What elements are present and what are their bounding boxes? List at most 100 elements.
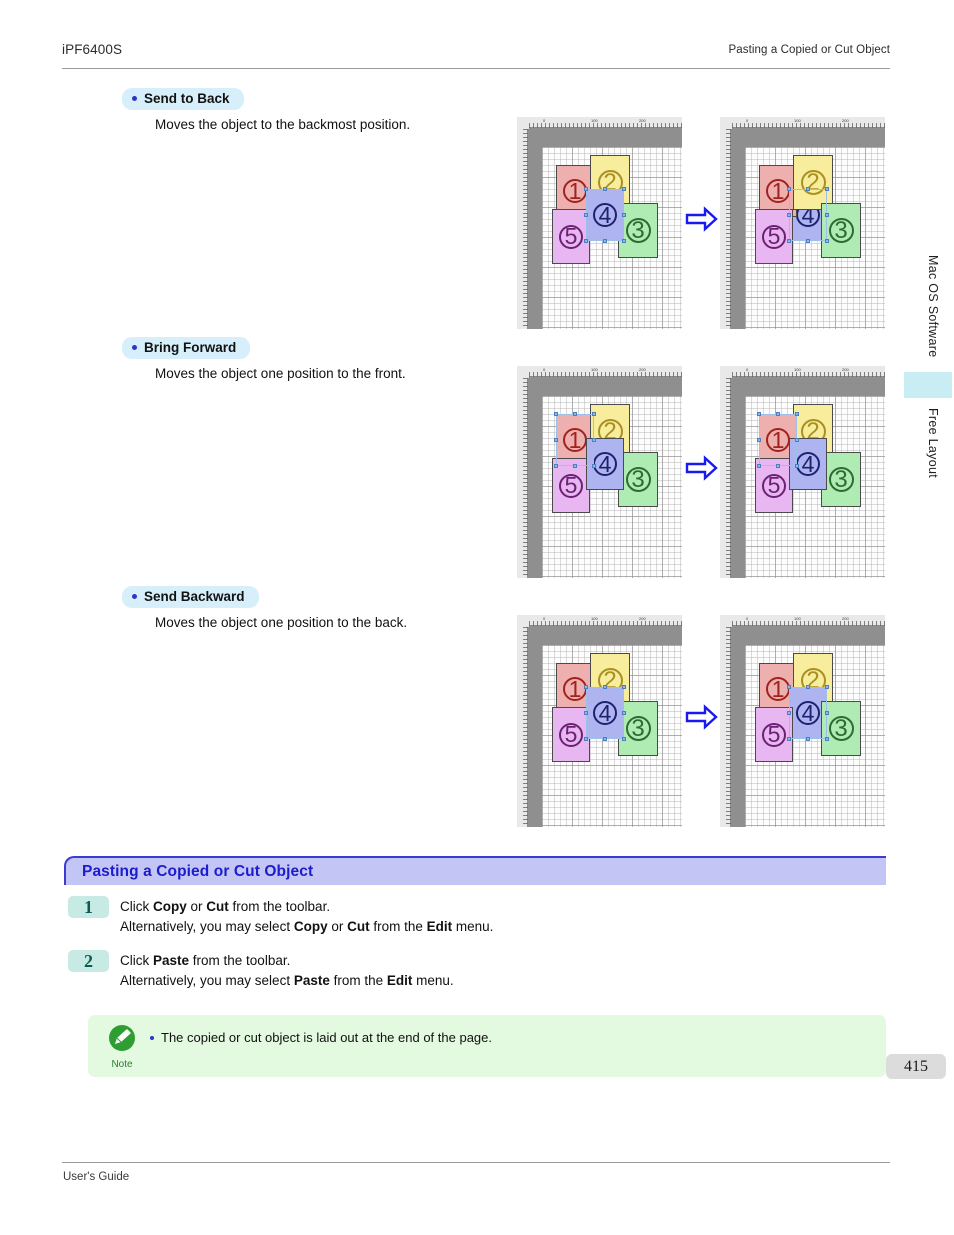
side-tab-free-layout[interactable]: Free Layout	[926, 408, 940, 478]
object-number-label: 5	[564, 223, 578, 249]
side-tab-mac-os-software[interactable]: Mac OS Software	[926, 255, 940, 357]
selection-handle[interactable]	[825, 187, 829, 191]
transition-arrow-icon	[685, 454, 719, 484]
object-number-label: 5	[767, 223, 781, 249]
note-icon-wrap: Note	[100, 1023, 144, 1070]
ruler-ticks-vertical	[720, 129, 731, 329]
selection-handle[interactable]	[584, 213, 588, 217]
selection-handle[interactable]	[554, 464, 558, 468]
selection-handle[interactable]	[787, 187, 791, 191]
selection-handle[interactable]	[584, 737, 588, 741]
selection-handle[interactable]	[603, 685, 607, 689]
layout-object-3[interactable]: 3	[821, 203, 861, 258]
footer-divider	[62, 1162, 890, 1163]
layout-object-3[interactable]: 3	[618, 701, 658, 756]
selection-handle[interactable]	[806, 239, 810, 243]
horizontal-ruler: 0 100 200	[720, 117, 885, 128]
layout-object-3[interactable]: 3	[618, 203, 658, 258]
ruler-corner	[517, 366, 529, 378]
selection-handle[interactable]	[603, 737, 607, 741]
layout-sheet: 12354	[542, 147, 682, 329]
pencil-icon	[109, 1025, 135, 1051]
selection-handle[interactable]	[825, 737, 829, 741]
note-box: Note The copied or cut object is laid ou…	[88, 1015, 886, 1077]
ruler-tick-label: 0	[746, 616, 749, 621]
selection-handle[interactable]	[573, 464, 577, 468]
selection-handle[interactable]	[806, 187, 810, 191]
selection-handle[interactable]	[787, 685, 791, 689]
selection-handle[interactable]	[603, 239, 607, 243]
layout-object-5[interactable]: 5	[552, 707, 590, 762]
selection-handle[interactable]	[776, 464, 780, 468]
selection-handle[interactable]	[795, 412, 799, 416]
selection-handle[interactable]	[592, 438, 596, 442]
selection-handle[interactable]	[825, 213, 829, 217]
layout-object-3[interactable]: 3	[821, 452, 861, 507]
selection-handle[interactable]	[554, 438, 558, 442]
selection-handle[interactable]	[825, 711, 829, 715]
selection-handle[interactable]	[622, 737, 626, 741]
canvas-after: 1 2 4 5 3 0 100 200	[720, 615, 885, 827]
selection-handle[interactable]	[584, 711, 588, 715]
selection-handle[interactable]	[584, 685, 588, 689]
selection-handle[interactable]	[622, 187, 626, 191]
selection-handle[interactable]	[825, 239, 829, 243]
selection-handle[interactable]	[806, 685, 810, 689]
selection-handle[interactable]	[757, 464, 761, 468]
vertical-ruler	[517, 117, 528, 329]
selection-handle[interactable]	[757, 438, 761, 442]
plain-text: from the	[369, 918, 427, 934]
side-tab-highlight[interactable]	[904, 372, 952, 398]
layout-object-3[interactable]: 3	[821, 701, 861, 756]
selection-handle[interactable]	[573, 412, 577, 416]
selection-handle[interactable]	[787, 737, 791, 741]
transition-arrow-icon	[685, 205, 719, 235]
ruler-tick-label: 200	[639, 118, 646, 123]
object-number-label: 3	[631, 465, 645, 493]
ruler-corner	[517, 615, 529, 627]
selection-handle[interactable]	[592, 412, 596, 416]
selection-handle[interactable]	[584, 239, 588, 243]
vertical-ruler	[517, 366, 528, 578]
selection-handle[interactable]	[603, 187, 607, 191]
object-number-label: 1	[568, 675, 582, 702]
selection-handle[interactable]	[825, 685, 829, 689]
bullet-label: Bring Forward	[144, 340, 237, 355]
selection-handle[interactable]	[776, 412, 780, 416]
selection-handle[interactable]	[584, 187, 588, 191]
selection-handle[interactable]	[795, 464, 799, 468]
horizontal-ruler: 0 100 200	[517, 615, 682, 626]
ruler-corner	[720, 117, 732, 129]
ruler-tick-label: 200	[842, 118, 849, 123]
object-number-label: 5	[564, 472, 578, 498]
selection-outline	[586, 189, 624, 241]
layout-object-5[interactable]: 5	[755, 707, 793, 762]
note-text: The copied or cut object is laid out at …	[161, 1030, 492, 1045]
ruler-tick-label: 0	[543, 616, 546, 621]
selection-handle[interactable]	[787, 213, 791, 217]
ruler-ticks-vertical	[517, 378, 528, 578]
layout-object-3[interactable]: 3	[618, 452, 658, 507]
step-line-2: Alternatively, you may select Paste from…	[120, 971, 454, 991]
selection-handle[interactable]	[622, 239, 626, 243]
ruler-ticks-horizontal	[732, 366, 885, 377]
selection-handle[interactable]	[622, 685, 626, 689]
selection-handle[interactable]	[554, 412, 558, 416]
selection-handle[interactable]	[592, 464, 596, 468]
object-number-label: 3	[834, 714, 848, 742]
selection-handle[interactable]	[757, 412, 761, 416]
selection-handle[interactable]	[622, 711, 626, 715]
plain-text: from the	[329, 972, 387, 988]
selection-handle[interactable]	[622, 213, 626, 217]
layout-object-5[interactable]: 5	[755, 209, 793, 264]
ruler-ticks-horizontal	[529, 615, 682, 626]
selection-handle[interactable]	[787, 239, 791, 243]
selection-outline	[759, 414, 797, 466]
bullet-label-pill: Bring Forward	[122, 337, 251, 359]
selection-handle[interactable]	[787, 711, 791, 715]
layout-object-5[interactable]: 5	[552, 209, 590, 264]
selection-handle[interactable]	[806, 737, 810, 741]
step-line-1: Click Paste from the toolbar.	[120, 951, 454, 971]
plain-text: from the toolbar.	[189, 953, 291, 968]
selection-handle[interactable]	[795, 438, 799, 442]
